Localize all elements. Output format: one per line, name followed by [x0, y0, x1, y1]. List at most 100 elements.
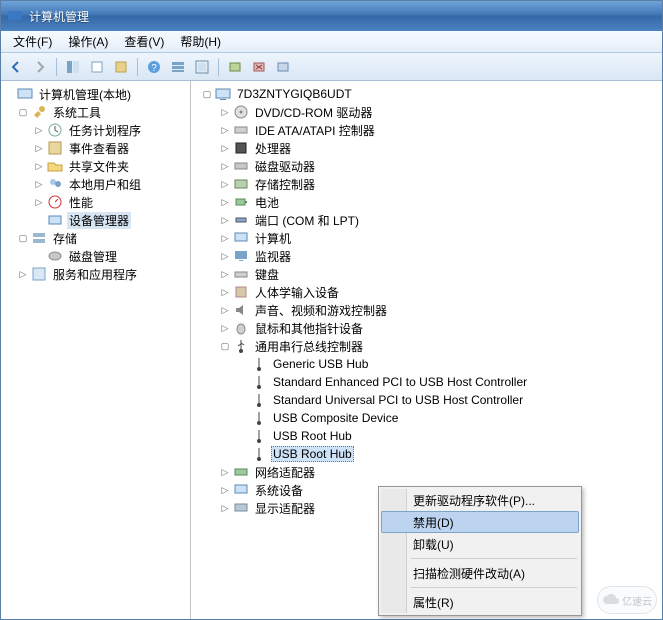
device-label: USB Root Hub: [271, 446, 354, 462]
expand-icon[interactable]: ▷: [219, 250, 231, 262]
cm-scan-hardware[interactable]: 扫描检测硬件改动(A): [381, 562, 579, 584]
cat-storage-ctrl[interactable]: ▷ 存储控制器: [191, 175, 662, 193]
cat-label: 计算机: [253, 230, 293, 247]
cat-disk-drives[interactable]: ▷ 磁盘驱动器: [191, 157, 662, 175]
nav-storage[interactable]: ▢ 存储: [1, 229, 190, 247]
usb-composite-device[interactable]: ▷USB Composite Device: [191, 409, 662, 427]
cat-ports[interactable]: ▷端口 (COM 和 LPT): [191, 211, 662, 229]
nav-system-tools[interactable]: ▢ 系统工具: [1, 103, 190, 121]
expand-icon[interactable]: ▷: [219, 142, 231, 154]
cm-disable[interactable]: 禁用(D): [381, 511, 579, 533]
nav-event-viewer[interactable]: ▷ 事件查看器: [1, 139, 190, 157]
expand-icon[interactable]: ▷: [33, 196, 45, 208]
hdd-icon: [233, 158, 249, 174]
show-hide-tree-button[interactable]: [62, 56, 84, 78]
toolbar: ?: [1, 53, 662, 81]
menu-action[interactable]: 操作(A): [60, 31, 116, 52]
expand-icon[interactable]: ▷: [219, 322, 231, 334]
nav-task-scheduler[interactable]: ▷ 任务计划程序: [1, 121, 190, 139]
cat-cpu[interactable]: ▷处理器: [191, 139, 662, 157]
nav-root[interactable]: ▶ 计算机管理(本地): [1, 85, 190, 103]
export-button[interactable]: [110, 56, 132, 78]
expand-icon[interactable]: ▷: [219, 502, 231, 514]
expand-icon[interactable]: ▷: [219, 232, 231, 244]
nav-label: 本地用户和组: [67, 176, 143, 193]
cat-computers[interactable]: ▷ 计算机: [191, 229, 662, 247]
expand-icon[interactable]: ▷: [219, 178, 231, 190]
cat-hid[interactable]: ▷人体学输入设备: [191, 283, 662, 301]
usb-enhanced-controller[interactable]: ▷Standard Enhanced PCI to USB Host Contr…: [191, 373, 662, 391]
cat-label: 磁盘驱动器: [253, 158, 317, 175]
expand-icon[interactable]: ▷: [219, 466, 231, 478]
usb-universal-controller[interactable]: ▷Standard Universal PCI to USB Host Cont…: [191, 391, 662, 409]
nav-label: 设备管理器: [67, 212, 131, 229]
cat-sound[interactable]: ▷声音、视频和游戏控制器: [191, 301, 662, 319]
uninstall-button[interactable]: [248, 56, 270, 78]
cat-monitors[interactable]: ▷监视器: [191, 247, 662, 265]
cm-properties[interactable]: 属性(R): [381, 591, 579, 613]
cat-battery[interactable]: ▷电池: [191, 193, 662, 211]
watermark-text: 亿速云: [622, 593, 652, 608]
menu-view[interactable]: 查看(V): [116, 31, 172, 52]
cat-mice[interactable]: ▷鼠标和其他指针设备: [191, 319, 662, 337]
dvd-icon: [233, 104, 249, 120]
menu-help[interactable]: 帮助(H): [172, 31, 229, 52]
nav-shared-folders[interactable]: ▷ 共享文件夹: [1, 157, 190, 175]
cat-network[interactable]: ▷网络适配器: [191, 463, 662, 481]
device-mgr-icon: [47, 212, 63, 228]
device-root[interactable]: ▢ 7D3ZNTYGIQB6UDT: [191, 85, 662, 103]
keyboard-icon: [233, 266, 249, 282]
expand-icon[interactable]: ▷: [219, 214, 231, 226]
usb-root-hub-1[interactable]: ▷USB Root Hub: [191, 427, 662, 445]
expand-icon[interactable]: ▷: [219, 268, 231, 280]
cat-dvd[interactable]: ▷DVD/CD-ROM 驱动器: [191, 103, 662, 121]
cat-ide[interactable]: ▷IDE ATA/ATAPI 控制器: [191, 121, 662, 139]
expand-icon[interactable]: ▷: [17, 268, 29, 280]
nav-label: 服务和应用程序: [51, 266, 139, 283]
collapse-icon[interactable]: ▢: [219, 340, 231, 352]
view-mode-button[interactable]: [167, 56, 189, 78]
usb-generic-hub[interactable]: ▷Generic USB Hub: [191, 355, 662, 373]
usb-root-hub-2[interactable]: ▷USB Root Hub: [191, 445, 662, 463]
nav-disk-mgmt[interactable]: ▷ 磁盘管理: [1, 247, 190, 265]
cat-label: 存储控制器: [253, 176, 317, 193]
cm-update-driver[interactable]: 更新驱动程序软件(P)...: [381, 489, 579, 511]
cat-usb-controllers[interactable]: ▢通用串行总线控制器: [191, 337, 662, 355]
nav-performance[interactable]: ▷ 性能: [1, 193, 190, 211]
cm-label: 禁用(D): [413, 514, 454, 531]
collapse-icon[interactable]: ▢: [201, 88, 213, 100]
cm-uninstall[interactable]: 卸载(U): [381, 533, 579, 555]
nav-back-button[interactable]: [5, 56, 27, 78]
collapse-icon[interactable]: ▢: [17, 232, 29, 244]
collapse-icon[interactable]: ▢: [17, 106, 29, 118]
expand-icon[interactable]: ▷: [219, 304, 231, 316]
expand-icon[interactable]: ▷: [219, 124, 231, 136]
cm-label: 扫描检测硬件改动(A): [413, 565, 525, 582]
properties-button[interactable]: [86, 56, 108, 78]
expand-icon[interactable]: ▷: [33, 178, 45, 190]
port-icon: [233, 212, 249, 228]
help-button[interactable]: ?: [143, 56, 165, 78]
update-driver-button[interactable]: [224, 56, 246, 78]
expand-icon[interactable]: ▷: [219, 286, 231, 298]
expand-icon[interactable]: ▷: [219, 196, 231, 208]
scan-hardware-button[interactable]: [272, 56, 294, 78]
window-title: 计算机管理: [29, 8, 89, 25]
expand-icon[interactable]: ▷: [33, 142, 45, 154]
expand-icon[interactable]: ▷: [219, 106, 231, 118]
expand-icon[interactable]: ▷: [219, 160, 231, 172]
nav-forward-button[interactable]: [29, 56, 51, 78]
expand-icon[interactable]: ▷: [33, 160, 45, 172]
nav-tree: ▶ 计算机管理(本地) ▢ 系统工具 ▷ 任务计划程序 ▷: [1, 85, 190, 283]
nav-local-users[interactable]: ▷ 本地用户和组: [1, 175, 190, 193]
expand-icon[interactable]: ▷: [219, 484, 231, 496]
expand-icon[interactable]: ▷: [33, 124, 45, 136]
titlebar[interactable]: 计算机管理: [1, 1, 662, 31]
refresh-button[interactable]: [191, 56, 213, 78]
context-menu-separator: [411, 587, 577, 588]
nav-services-apps[interactable]: ▷ 服务和应用程序: [1, 265, 190, 283]
cat-keyboards[interactable]: ▷键盘: [191, 265, 662, 283]
nav-device-manager[interactable]: ▷ 设备管理器: [1, 211, 190, 229]
menu-file[interactable]: 文件(F): [5, 31, 60, 52]
left-nav-pane: ▶ 计算机管理(本地) ▢ 系统工具 ▷ 任务计划程序 ▷: [1, 81, 191, 619]
